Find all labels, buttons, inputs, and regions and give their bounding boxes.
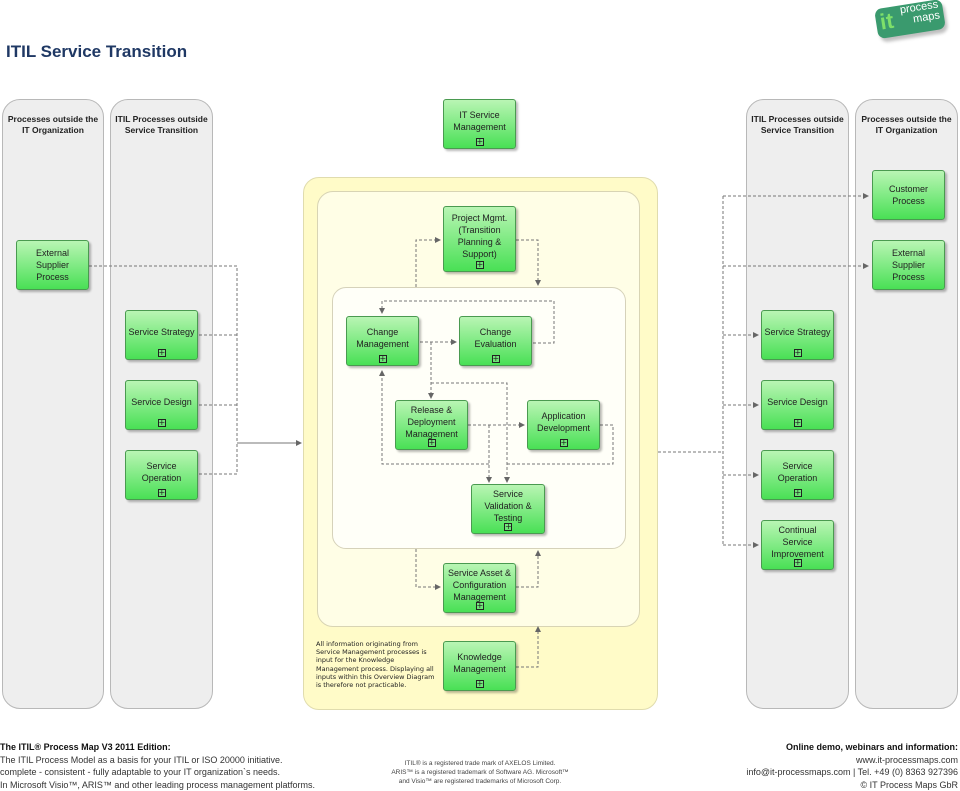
footer-text: complete - consistent - fully adaptable … <box>0 766 315 779</box>
box-customer-process[interactable]: Customer Process <box>872 170 945 220</box>
box-label: Service Asset & Configuration Management <box>446 567 513 603</box>
expand-icon[interactable]: + <box>428 439 436 447</box>
it-process-maps-logo[interactable]: it processmaps <box>874 0 946 39</box>
footer-heading: Online demo, webinars and information: <box>746 741 958 754</box>
box-external-supplier-process-right[interactable]: External Supplier Process <box>872 240 945 290</box>
lane-left-outside-it: Processes outside the IT Organization <box>2 99 104 709</box>
footer-text: and Visio™ are registered trademarks of … <box>340 777 620 786</box>
logo-maps: maps <box>912 9 940 25</box>
contact-info[interactable]: info@it-processmaps.com | Tel. +49 (0) 8… <box>746 766 958 779</box>
lane-title: ITIL Processes outside Service Transitio… <box>747 114 848 136</box>
lane-title: Processes outside the IT Organization <box>856 114 957 136</box>
box-service-design-left[interactable]: Service Design + <box>125 380 198 430</box>
expand-icon[interactable]: + <box>476 261 484 269</box>
box-label: Service Strategy <box>126 326 196 338</box>
box-service-operation-right[interactable]: Service Operation + <box>761 450 834 500</box>
box-application-development[interactable]: Application Development + <box>527 400 600 450</box>
box-change-evaluation[interactable]: Change Evaluation + <box>459 316 532 366</box>
logo-process-maps-text: processmaps <box>898 0 941 27</box>
footer-text: ARIS™ is a registered trademark of Softw… <box>340 768 620 777</box>
expand-icon[interactable]: + <box>794 559 802 567</box>
box-label: Service Validation & Testing <box>482 488 533 524</box>
page-title: ITIL Service Transition <box>6 42 187 62</box>
box-label: Service Design <box>765 396 830 408</box>
box-change-management[interactable]: Change Management + <box>346 316 419 366</box>
box-service-strategy-left[interactable]: Service Strategy + <box>125 310 198 360</box>
box-label: IT Service Management <box>451 109 508 133</box>
box-release-deployment-management[interactable]: Release & Deployment Management + <box>395 400 468 450</box>
footer-right: Online demo, webinars and information: w… <box>746 741 958 791</box>
expand-icon[interactable]: + <box>560 439 568 447</box>
logo-it-text: it <box>878 9 895 35</box>
box-label: External Supplier Process <box>17 247 88 283</box>
expand-icon[interactable]: + <box>794 419 802 427</box>
expand-icon[interactable]: + <box>379 355 387 363</box>
box-label: Service Operation <box>140 460 184 484</box>
box-label: Application Development <box>535 410 592 434</box>
box-project-management[interactable]: Project Mgmt. (Transition Planning & Sup… <box>443 206 516 272</box>
box-label: Change Management <box>354 326 411 350</box>
box-label: Service Strategy <box>762 326 832 338</box>
box-label: Release & Deployment Management <box>403 404 460 440</box>
expand-icon[interactable]: + <box>158 349 166 357</box>
knowledge-management-note: All information originating from Service… <box>316 640 436 689</box>
footer-heading: The ITIL® Process Map V3 2011 Edition: <box>0 741 315 754</box>
copyright: © IT Process Maps GbR <box>746 779 958 791</box>
lane-title: Processes outside the IT Organization <box>3 114 103 136</box>
box-label: Service Operation <box>776 460 820 484</box>
box-label: External Supplier Process <box>873 247 944 283</box>
expand-icon[interactable]: + <box>794 489 802 497</box>
box-service-strategy-right[interactable]: Service Strategy + <box>761 310 834 360</box>
box-external-supplier-process-left[interactable]: External Supplier Process <box>16 240 89 290</box>
expand-icon[interactable]: + <box>476 680 484 688</box>
footer-text: The ITIL Process Model as a basis for yo… <box>0 754 315 767</box>
box-label: Project Mgmt. (Transition Planning & Sup… <box>450 212 510 260</box>
footer-text: In Microsoft Visio™, ARIS™ and other lea… <box>0 779 315 791</box>
footer-trademarks: ITIL® is a registered trade mark of AXEL… <box>340 759 620 786</box>
box-service-design-right[interactable]: Service Design + <box>761 380 834 430</box>
box-label: Knowledge Management <box>451 651 508 675</box>
website-link[interactable]: www.it-processmaps.com <box>746 754 958 767</box>
box-service-validation-testing[interactable]: Service Validation & Testing + <box>471 484 545 534</box>
expand-icon[interactable]: + <box>504 523 512 531</box>
footer-left: The ITIL® Process Map V3 2011 Edition: T… <box>0 741 315 791</box>
box-service-asset-configuration-management[interactable]: Service Asset & Configuration Management… <box>443 563 516 613</box>
box-label: Customer Process <box>887 183 930 207</box>
box-knowledge-management[interactable]: Knowledge Management + <box>443 641 516 691</box>
box-label: Continual Service Improvement <box>769 524 826 560</box>
lane-title: ITIL Processes outside Service Transitio… <box>111 114 212 136</box>
expand-icon[interactable]: + <box>476 602 484 610</box>
expand-icon[interactable]: + <box>492 355 500 363</box>
expand-icon[interactable]: + <box>794 349 802 357</box>
box-continual-service-improvement[interactable]: Continual Service Improvement + <box>761 520 834 570</box>
footer-text: ITIL® is a registered trade mark of AXEL… <box>340 759 620 768</box>
box-label: Service Design <box>129 396 194 408</box>
expand-icon[interactable]: + <box>476 138 484 146</box>
expand-icon[interactable]: + <box>158 489 166 497</box>
expand-icon[interactable]: + <box>158 419 166 427</box>
box-service-operation-left[interactable]: Service Operation + <box>125 450 198 500</box>
box-label: Change Evaluation <box>472 326 518 350</box>
box-it-service-management[interactable]: IT Service Management + <box>443 99 516 149</box>
